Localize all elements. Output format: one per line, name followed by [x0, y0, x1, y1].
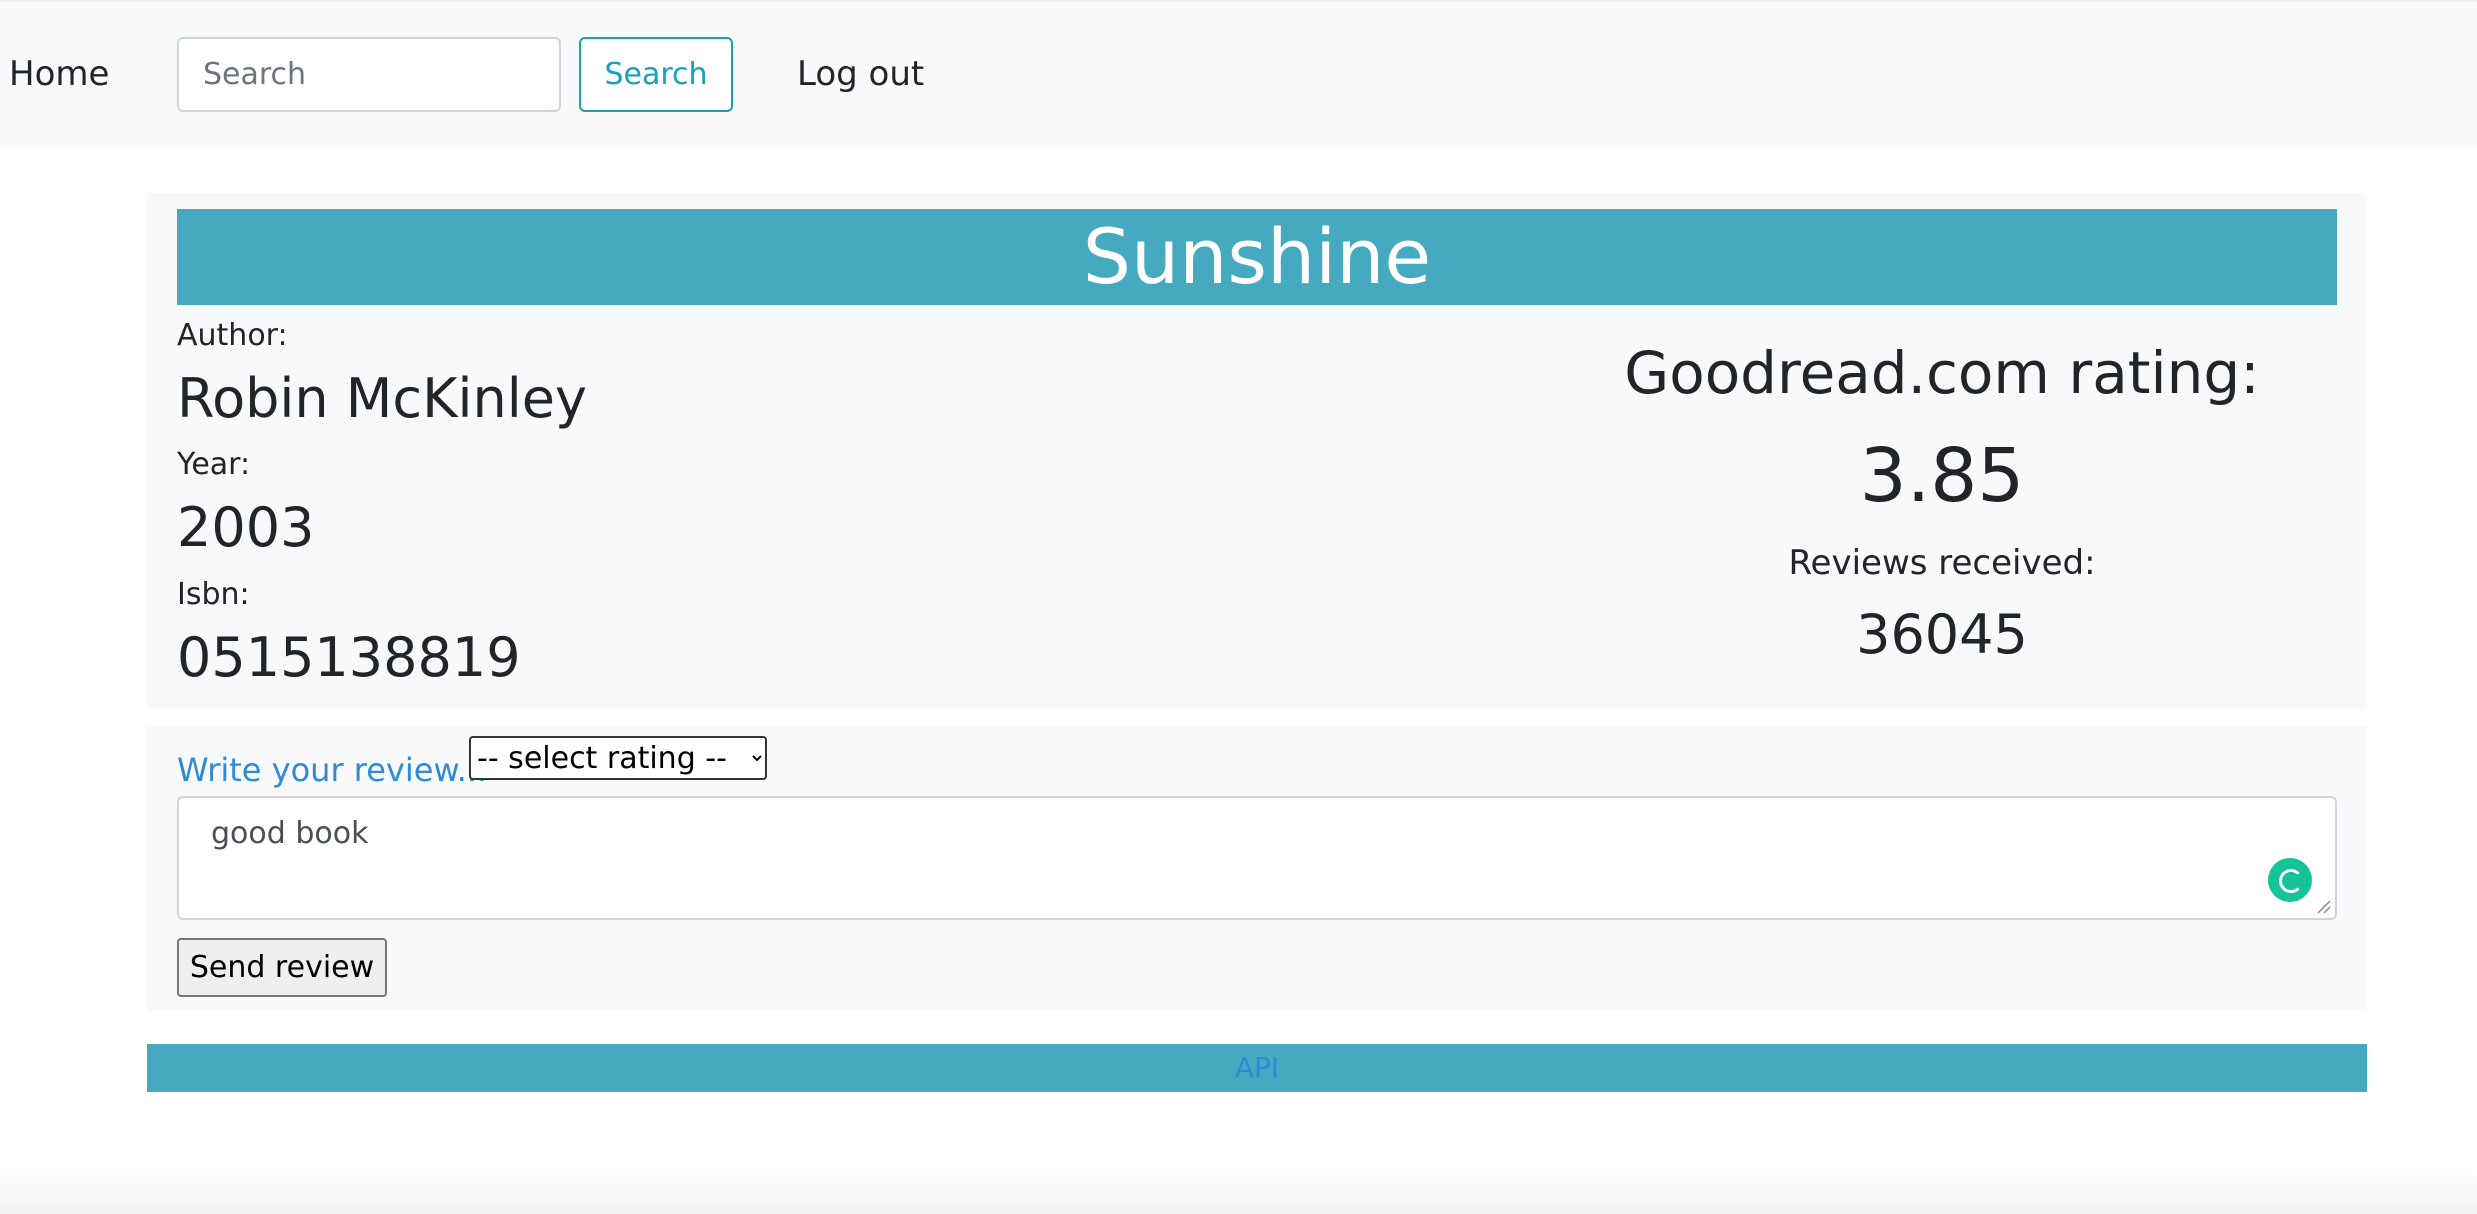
reviews-received-count: 36045 — [1856, 603, 2028, 666]
home-link[interactable]: Home — [9, 52, 109, 96]
logout-link[interactable]: Log out — [797, 52, 924, 96]
year-label: Year: — [177, 447, 251, 482]
isbn-label: Isbn: — [177, 577, 250, 612]
book-title: Sunshine — [177, 209, 2337, 305]
write-review-link[interactable]: Write your review... — [177, 740, 487, 800]
goodreads-rating-heading: Goodread.com rating: — [1624, 339, 2260, 407]
search-input[interactable] — [177, 37, 561, 112]
window-bottom-edge — [0, 1170, 2477, 1214]
search-button[interactable]: Search — [579, 37, 733, 112]
reviews-received-label: Reviews received: — [1788, 543, 2096, 583]
author-label: Author: — [177, 318, 288, 353]
review-textarea[interactable]: good book — [177, 796, 2337, 920]
footer-bar: API — [147, 1044, 2367, 1092]
top-navbar: Home Search Log out — [0, 0, 2477, 145]
author-value: Robin McKinley — [177, 367, 587, 430]
rating-select[interactable]: -- select rating -- — [469, 736, 767, 780]
resize-grip-icon[interactable] — [2315, 898, 2331, 914]
review-form: Write your review... -- select rating --… — [147, 726, 2367, 1011]
goodreads-rating-value: 3.85 — [1859, 433, 2025, 519]
api-link[interactable]: API — [1235, 1051, 1279, 1084]
grammar-assistant-icon[interactable] — [2268, 858, 2312, 902]
send-review-button[interactable]: Send review — [177, 938, 387, 997]
book-info-card: Sunshine Author: Robin McKinley Year: 20… — [147, 193, 2367, 709]
isbn-value: 0515138819 — [177, 626, 521, 689]
year-value: 2003 — [177, 496, 315, 559]
